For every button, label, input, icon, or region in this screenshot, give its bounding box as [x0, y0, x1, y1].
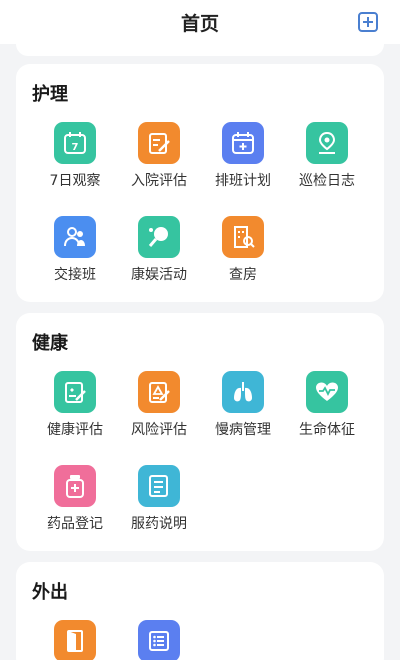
grid-item-label: 入院评估 [131, 173, 187, 189]
section-health: 健康 健康评估 风险评估 慢病管理 生命体征 药品登记 服药说明 [16, 313, 384, 551]
grid-item-label: 风险评估 [131, 422, 187, 438]
add-square-icon[interactable] [358, 12, 378, 32]
grid-item-schedule[interactable]: 排班计划 [201, 122, 285, 190]
lungs-icon [222, 371, 264, 413]
calendar-7-icon: 7 [54, 122, 96, 164]
heart-pulse-icon [306, 371, 348, 413]
section-outing: 外出 [16, 562, 384, 660]
grid-item-handover[interactable]: 交接班 [33, 216, 117, 284]
list-icon [138, 620, 180, 660]
location-pin-icon [306, 122, 348, 164]
grid-item-recreation[interactable]: 康娱活动 [117, 216, 201, 284]
handover-users-icon [54, 216, 96, 258]
grid-item-label: 交接班 [54, 267, 96, 283]
svg-text:7: 7 [72, 142, 79, 153]
grid-item-label: 生命体征 [299, 422, 355, 438]
grid-item-label: 康娱活动 [131, 267, 187, 283]
grid-item-chronic-disease[interactable]: 慢病管理 [201, 371, 285, 439]
grid-item-label: 慢病管理 [215, 422, 271, 438]
risk-report-icon [138, 371, 180, 413]
section-title: 护理 [32, 84, 68, 105]
section-nursing: 护理 7 7日观察 入院评估 排班计划 巡检日志 交接班 康娱活动 查房 [16, 64, 384, 302]
grid-item-medication-guide[interactable]: 服药说明 [117, 465, 201, 533]
grid-item-outing-list[interactable] [117, 620, 201, 660]
grid-item-label: 排班计划 [215, 173, 271, 189]
grid-item-admission-assess[interactable]: 入院评估 [117, 122, 201, 190]
ping-pong-icon [138, 216, 180, 258]
grid-item-outing-exit[interactable] [33, 620, 117, 660]
grid-item-label: 健康评估 [47, 422, 103, 438]
document-list-icon [138, 465, 180, 507]
grid-item-vital-signs[interactable]: 生命体征 [285, 371, 369, 439]
clipboard-edit-icon [138, 122, 180, 164]
grid-item-health-assess[interactable]: 健康评估 [33, 371, 117, 439]
grid-item-label: 服药说明 [131, 516, 187, 532]
door-exit-icon [54, 620, 96, 660]
top-card-edge [16, 44, 384, 56]
medicine-bottle-icon [54, 465, 96, 507]
section-title: 外出 [32, 582, 68, 603]
building-search-icon [222, 216, 264, 258]
grid-item-label: 查房 [229, 267, 257, 283]
grid-item-medicine-register[interactable]: 药品登记 [33, 465, 117, 533]
grid-item-patrol-log[interactable]: 巡检日志 [285, 122, 369, 190]
calendar-plus-icon [222, 122, 264, 164]
section-title: 健康 [32, 333, 68, 354]
page-title: 首页 [180, 12, 219, 35]
grid-item-risk-assess[interactable]: 风险评估 [117, 371, 201, 439]
health-report-icon [54, 371, 96, 413]
grid-item-7day-observe[interactable]: 7 7日观察 [33, 122, 117, 190]
grid-item-label: 巡检日志 [299, 173, 355, 189]
grid-item-label: 药品登记 [47, 516, 103, 532]
grid-item-ward-round[interactable]: 查房 [201, 216, 285, 284]
grid-item-label: 7日观察 [49, 173, 101, 189]
app-header: 首页 [0, 0, 400, 44]
